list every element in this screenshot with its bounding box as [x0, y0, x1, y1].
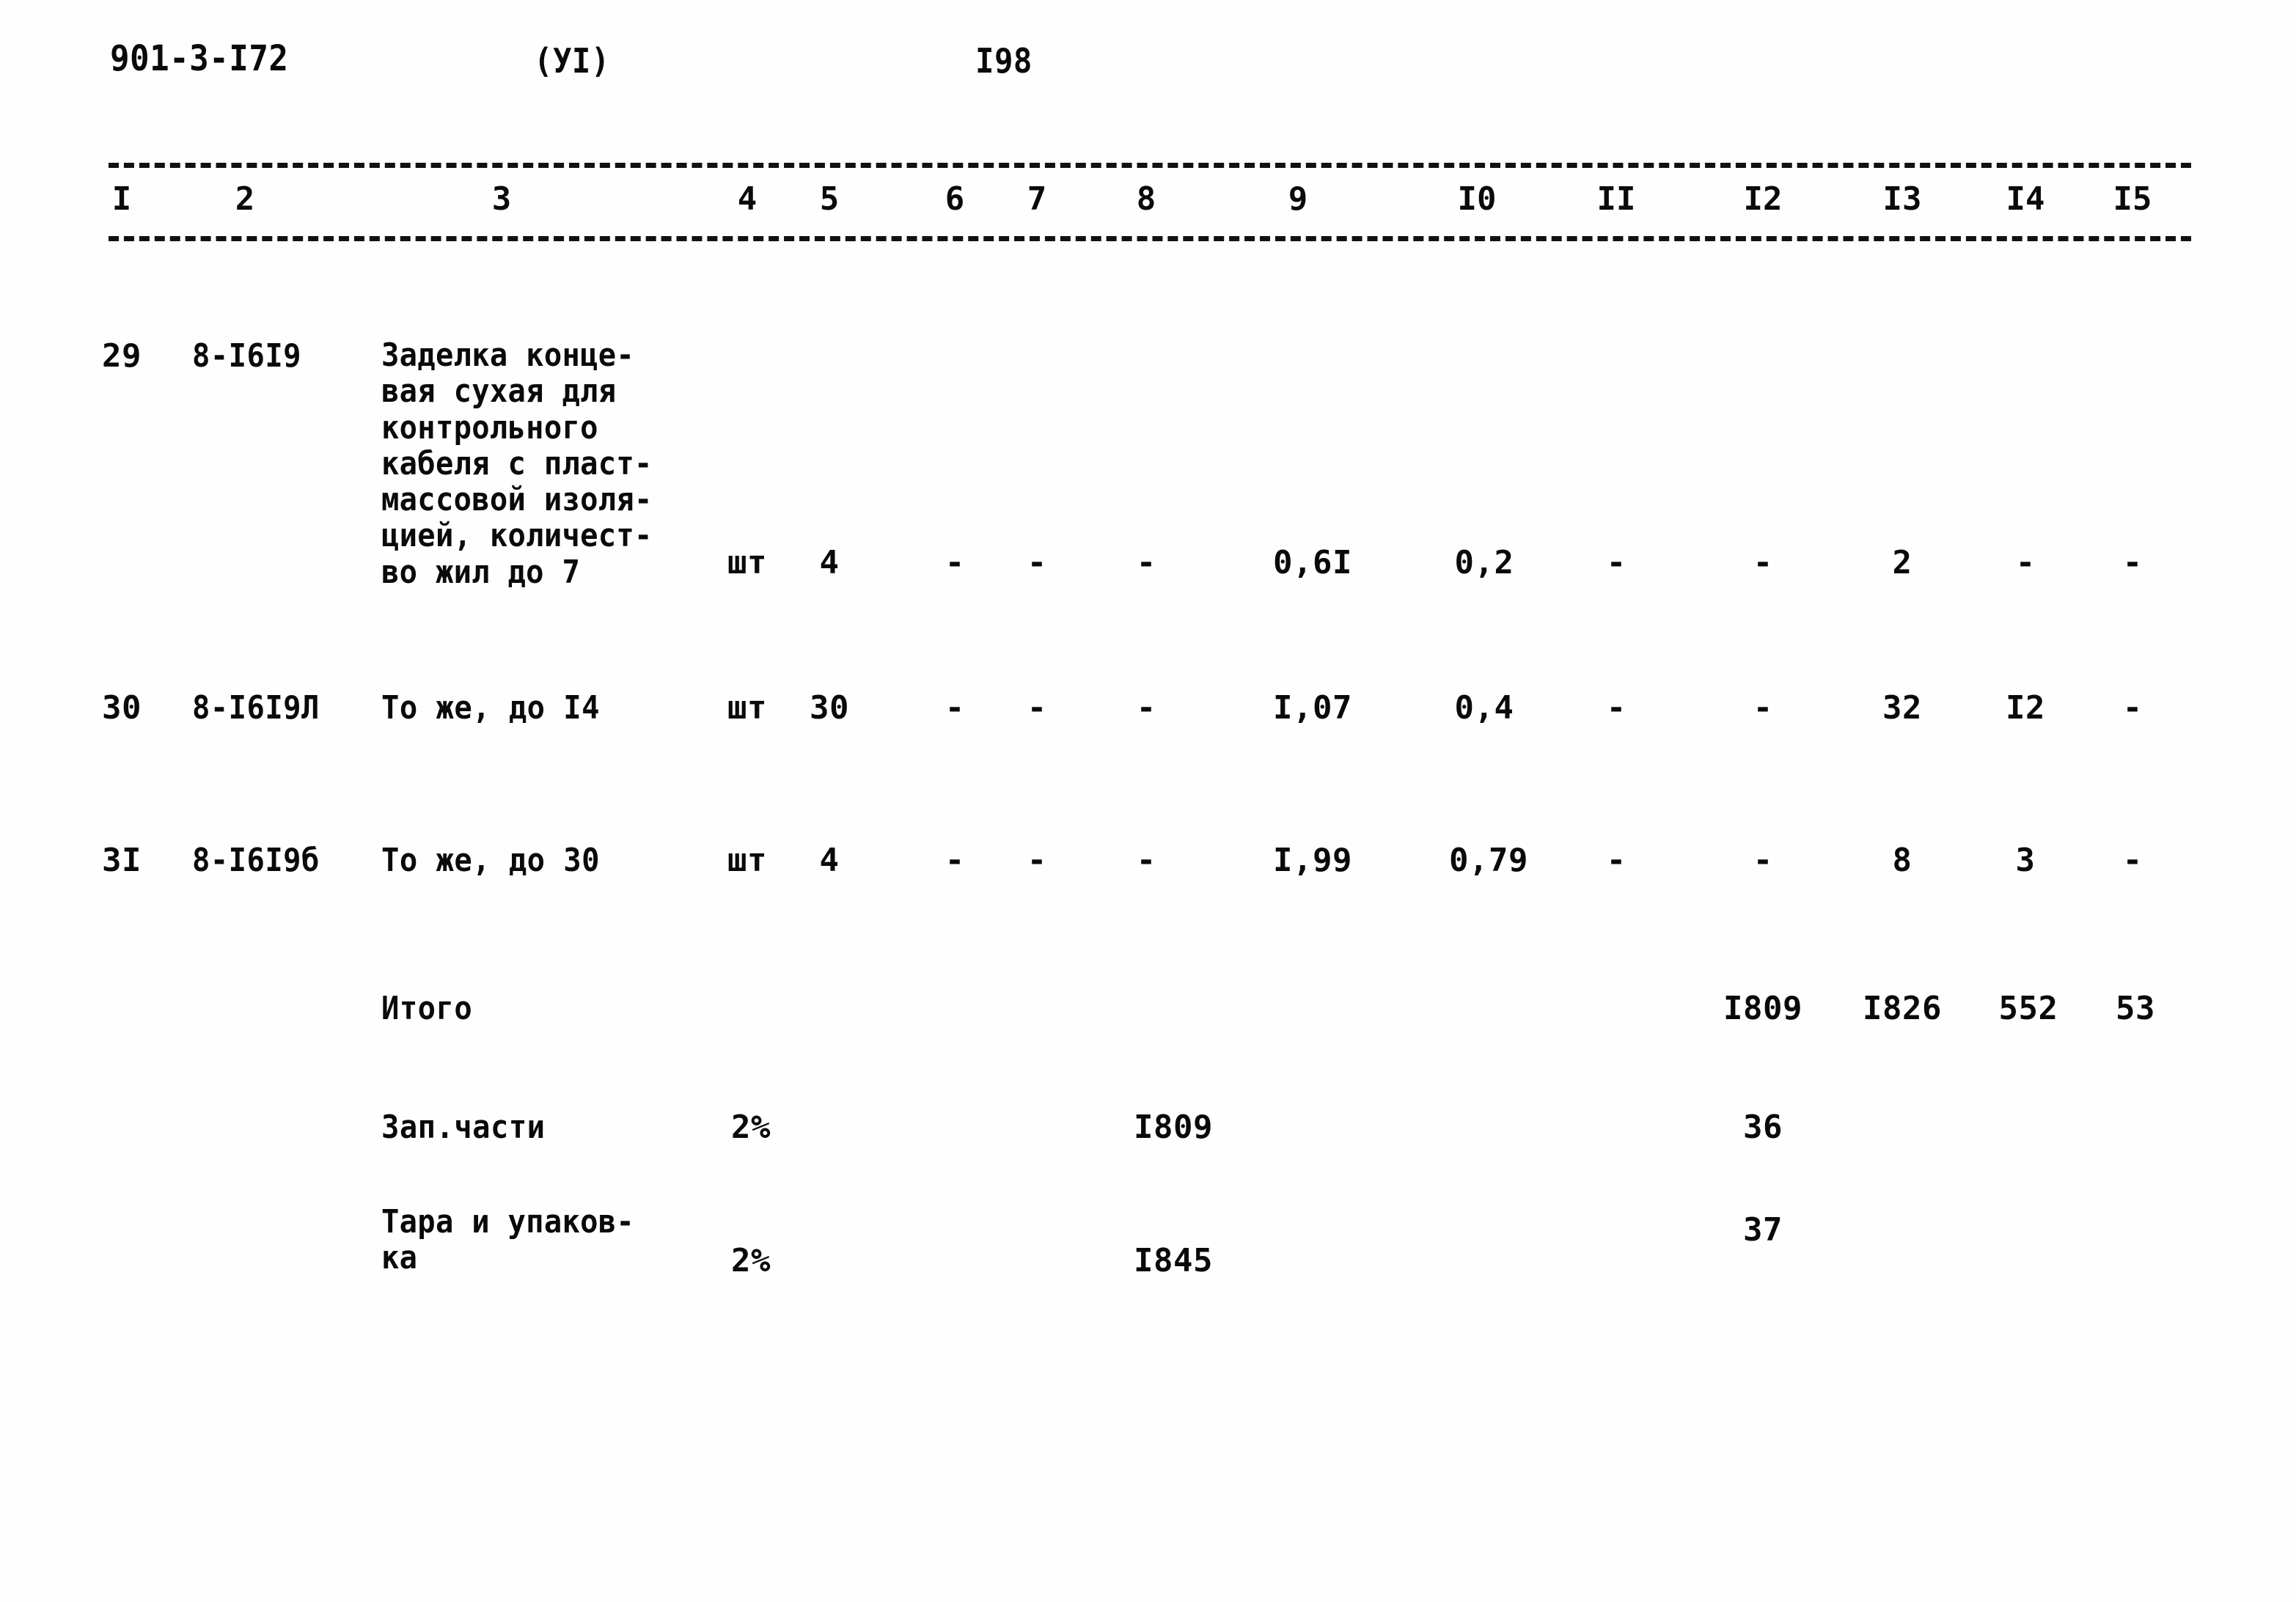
column-header-3: 3: [491, 180, 512, 218]
table-row: 8-I6I9б: [192, 842, 320, 879]
table-row: 0,6I: [1273, 544, 1352, 581]
column-header-15: I5: [2113, 180, 2152, 218]
table-row: -: [1753, 689, 1773, 727]
table-row: 8-I6I9Л: [192, 689, 320, 727]
page-number: I98: [975, 41, 1033, 81]
table-row: 4: [819, 842, 840, 879]
packaging-row: I845: [1134, 1242, 1213, 1279]
table-row: -: [1027, 842, 1047, 879]
spare-parts-row: 36: [1743, 1109, 1783, 1146]
table-row: -: [2015, 544, 2036, 581]
table-row: 30: [102, 689, 142, 727]
table-rule-bottom: [109, 236, 2191, 241]
table-row: -: [945, 689, 965, 727]
packaging-row: 37: [1743, 1211, 1783, 1249]
table-rule-top: [109, 163, 2191, 168]
table-row: -: [2122, 689, 2143, 727]
table-row: -: [1136, 544, 1156, 581]
spare-parts-row: 2%: [731, 1109, 771, 1146]
table-row: 30: [810, 689, 849, 727]
table-row: 8-I6I9: [192, 337, 301, 375]
column-header-1: I: [111, 180, 132, 218]
column-header-4: 4: [737, 180, 758, 218]
table-row: То же, до I4: [381, 689, 600, 727]
table-row: -: [1606, 689, 1626, 727]
column-header-13: I3: [1882, 180, 1922, 218]
table-row: I,99: [1273, 842, 1352, 879]
packaging-row: 2%: [731, 1242, 771, 1279]
table-row: шт: [727, 842, 767, 879]
table-row: шт: [727, 689, 767, 727]
column-header-14: I4: [2006, 180, 2045, 218]
column-header-6: 6: [945, 180, 965, 218]
table-row: I,07: [1273, 689, 1352, 727]
table-row: 8: [1892, 842, 1912, 879]
table-row: Заделка конце- вая сухая для контрольног…: [381, 337, 653, 591]
packaging-row-label: Тара и упаков- ка: [381, 1203, 635, 1277]
table-row: -: [2122, 842, 2143, 879]
column-header-12: I2: [1743, 180, 1783, 218]
column-header-10: I0: [1457, 180, 1497, 218]
column-header-2: 2: [235, 180, 255, 218]
table-row: 4: [819, 544, 840, 581]
table-row: -: [1606, 544, 1626, 581]
table-row: -: [1753, 842, 1773, 879]
column-header-8: 8: [1136, 180, 1156, 218]
table-row: 0,79: [1449, 842, 1528, 879]
total-row: 53: [2116, 990, 2155, 1027]
table-row: шт: [727, 544, 767, 581]
column-header-9: 9: [1288, 180, 1308, 218]
table-row: -: [1136, 689, 1156, 727]
table-row: -: [1753, 544, 1773, 581]
total-row: I809: [1723, 990, 1802, 1027]
spare-parts-row: I809: [1134, 1109, 1213, 1146]
table-row: 2: [1892, 544, 1912, 581]
column-header-11: II: [1596, 180, 1636, 218]
table-row: 0,2: [1454, 544, 1514, 581]
document-code: 901-3-I72: [110, 38, 289, 79]
section-marker: (УI): [534, 41, 610, 81]
table-row: 3I: [102, 842, 142, 879]
column-header-7: 7: [1027, 180, 1047, 218]
table-row: -: [945, 544, 965, 581]
table-row: -: [1136, 842, 1156, 879]
table-row: -: [1606, 842, 1626, 879]
table-row: -: [945, 842, 965, 879]
table-row: 3: [2015, 842, 2036, 879]
scanned-page: 901-3-I72 (УI) I98 I 2 3 4 5 6 7 8 9 I0 …: [0, 0, 2296, 1602]
spare-parts-row-label: Зап.части: [381, 1109, 546, 1146]
table-row: I2: [2006, 689, 2045, 727]
column-header-5: 5: [819, 180, 840, 218]
table-row: 29: [102, 337, 142, 375]
table-row: -: [1027, 544, 1047, 581]
table-row: -: [2122, 544, 2143, 581]
table-row: 0,4: [1454, 689, 1514, 727]
table-row: 32: [1882, 689, 1922, 727]
total-row: I826: [1863, 990, 1942, 1027]
total-row: 552: [1998, 990, 2058, 1027]
total-row-label: Итого: [381, 990, 473, 1027]
table-row: То же, до 30: [381, 842, 600, 879]
table-row: -: [1027, 689, 1047, 727]
